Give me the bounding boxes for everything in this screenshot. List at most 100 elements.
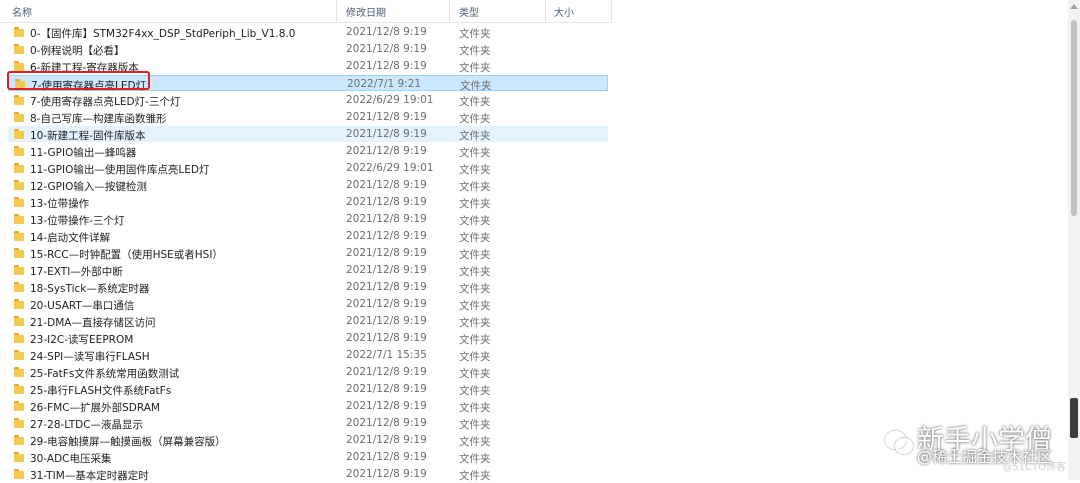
- file-date: 2021/12/8 9:19: [346, 281, 427, 293]
- folder-icon: [14, 367, 24, 377]
- file-row[interactable]: 7-使用寄存器点亮LED灯-三个灯 2022/6/29 19:01 文件夹: [8, 92, 608, 108]
- folder-icon: [14, 248, 24, 258]
- folder-icon: [14, 95, 24, 105]
- folder-icon: [14, 469, 24, 479]
- file-row[interactable]: 0-【固件库】STM32F4xx_DSP_StdPeriph_Lib_V1.8.…: [8, 24, 608, 40]
- file-type: 文件夹: [459, 436, 491, 448]
- folder-icon: [14, 384, 24, 394]
- file-row[interactable]: 11-GPIO输出—蜂鸣器 2021/12/8 9:19 文件夹: [8, 143, 608, 159]
- scrollbar-thumb[interactable]: [1071, 20, 1077, 216]
- file-row[interactable]: 30-ADC电压采集 2021/12/8 9:19 文件夹: [8, 449, 608, 465]
- file-row[interactable]: 25-串行FLASH文件系统FatFs 2021/12/8 9:19 文件夹: [8, 381, 608, 397]
- column-divider[interactable]: [449, 0, 450, 22]
- file-type: 文件夹: [459, 232, 491, 244]
- folder-icon: [14, 129, 24, 139]
- column-header-size[interactable]: 大小: [554, 4, 574, 19]
- folder-icon: [14, 452, 24, 462]
- folder-icon: [14, 282, 24, 292]
- file-name: 10-新建工程-固件库版本: [30, 130, 146, 142]
- column-header-type[interactable]: 类型: [459, 4, 479, 19]
- side-tab: [1070, 398, 1078, 438]
- file-date: 2021/12/8 9:19: [346, 298, 427, 310]
- file-row[interactable]: 12-GPIO输入—按键检测 2021/12/8 9:19 文件夹: [8, 177, 608, 193]
- folder-icon: [14, 265, 24, 275]
- file-type: 文件夹: [459, 96, 491, 108]
- annotation-highlight-box: [7, 71, 150, 90]
- folder-icon: [14, 180, 24, 190]
- file-row[interactable]: 14-启动文件详解 2021/12/8 9:19 文件夹: [8, 228, 608, 244]
- column-header-name[interactable]: 名称: [12, 4, 32, 19]
- file-row[interactable]: 0-例程说明【必看】 2021/12/8 9:19 文件夹: [8, 41, 608, 57]
- file-date: 2022/6/29 19:01: [346, 94, 434, 106]
- folder-icon: [14, 316, 24, 326]
- folder-icon: [14, 231, 24, 241]
- file-name: 12-GPIO输入—按键检测: [30, 181, 147, 193]
- column-header-date[interactable]: 修改日期: [346, 4, 386, 19]
- file-date: 2021/12/8 9:19: [346, 111, 427, 123]
- file-row[interactable]: 15-RCC—时钟配置（使用HSE或者HSI） 2021/12/8 9:19 文件夹: [8, 245, 608, 261]
- file-row[interactable]: 11-GPIO输出—使用固件库点亮LED灯 2022/6/29 19:01 文件夹: [8, 160, 608, 176]
- file-date: 2021/12/8 9:19: [346, 434, 427, 446]
- file-row[interactable]: 17-EXTI—外部中断 2021/12/8 9:19 文件夹: [8, 262, 608, 278]
- file-row[interactable]: 24-SPI—读写串行FLASH 2022/7/1 15:35 文件夹: [8, 347, 608, 363]
- file-date: 2021/12/8 9:19: [346, 468, 427, 480]
- file-type: 文件夹: [459, 198, 491, 210]
- file-name: 26-FMC—扩展外部SDRAM: [30, 402, 160, 414]
- file-date: 2021/12/8 9:19: [346, 43, 427, 55]
- file-row[interactable]: 20-USART—串口通信 2021/12/8 9:19 文件夹: [8, 296, 608, 312]
- file-name: 29-电容触摸屏—触摸画板（屏幕兼容版）: [30, 436, 226, 448]
- file-row[interactable]: 27-28-LTDC—液晶显示 2021/12/8 9:19 文件夹: [8, 415, 608, 431]
- file-name: 14-启动文件详解: [30, 232, 111, 244]
- file-type: 文件夹: [459, 402, 491, 414]
- folder-icon: [14, 333, 24, 343]
- file-type: 文件夹: [459, 62, 491, 74]
- file-name: 31-TIM—基本定时器定时: [30, 470, 149, 482]
- column-divider[interactable]: [545, 0, 546, 22]
- file-row[interactable]: 26-FMC—扩展外部SDRAM 2021/12/8 9:19 文件夹: [8, 398, 608, 414]
- file-date: 2021/12/8 9:19: [346, 230, 427, 242]
- file-date: 2021/12/8 9:19: [346, 247, 427, 259]
- file-name: 11-GPIO输出—使用固件库点亮LED灯: [30, 164, 210, 176]
- file-row[interactable]: 13-位带操作 2021/12/8 9:19 文件夹: [8, 194, 608, 210]
- folder-icon: [14, 146, 24, 156]
- file-date: 2021/12/8 9:19: [346, 264, 427, 276]
- file-type: 文件夹: [459, 419, 491, 431]
- file-date: 2022/6/29 19:01: [346, 162, 434, 174]
- file-row[interactable]: 21-DMA—直接存储区访问 2021/12/8 9:19 文件夹: [8, 313, 608, 329]
- column-divider[interactable]: [611, 0, 612, 22]
- file-name: 11-GPIO输出—蜂鸣器: [30, 147, 137, 159]
- file-date: 2021/12/8 9:19: [346, 417, 427, 429]
- file-type: 文件夹: [459, 28, 491, 40]
- file-row[interactable]: 10-新建工程-固件库版本 2021/12/8 9:19 文件夹: [8, 126, 608, 142]
- file-name: 30-ADC电压采集: [30, 453, 112, 465]
- file-date: 2022/7/1 9:21: [347, 78, 422, 90]
- file-name: 13-位带操作: [30, 198, 90, 210]
- folder-icon: [14, 44, 24, 54]
- file-name: 25-FatFs文件系统常用函数测试: [30, 368, 180, 380]
- file-type: 文件夹: [459, 130, 491, 142]
- file-row[interactable]: 29-电容触摸屏—触摸画板（屏幕兼容版） 2021/12/8 9:19 文件夹: [8, 432, 608, 448]
- file-type: 文件夹: [459, 385, 491, 397]
- file-type: 文件夹: [460, 80, 492, 92]
- folder-icon: [14, 27, 24, 37]
- file-type: 文件夹: [459, 283, 491, 295]
- column-divider[interactable]: [336, 0, 337, 22]
- folder-icon: [14, 350, 24, 360]
- file-type: 文件夹: [459, 45, 491, 57]
- file-date: 2021/12/8 9:19: [346, 400, 427, 412]
- folder-icon: [14, 214, 24, 224]
- file-row[interactable]: 18-SysTick—系统定时器 2021/12/8 9:19 文件夹: [8, 279, 608, 295]
- file-type: 文件夹: [459, 317, 491, 329]
- file-type: 文件夹: [459, 334, 491, 346]
- file-name: 27-28-LTDC—液晶显示: [30, 419, 144, 431]
- file-row[interactable]: 23-I2C-读写EEPROM 2021/12/8 9:19 文件夹: [8, 330, 608, 346]
- file-row[interactable]: 13-位带操作-三个灯 2021/12/8 9:19 文件夹: [8, 211, 608, 227]
- file-row[interactable]: 25-FatFs文件系统常用函数测试 2021/12/8 9:19 文件夹: [8, 364, 608, 380]
- file-type: 文件夹: [459, 164, 491, 176]
- file-row[interactable]: 8-自己写库—构建库函数雏形 2021/12/8 9:19 文件夹: [8, 109, 608, 125]
- file-type: 文件夹: [459, 215, 491, 227]
- folder-icon: [14, 418, 24, 428]
- file-type: 文件夹: [459, 249, 491, 261]
- scroll-up-arrow-icon[interactable]: [1070, 4, 1078, 9]
- file-type: 文件夹: [459, 266, 491, 278]
